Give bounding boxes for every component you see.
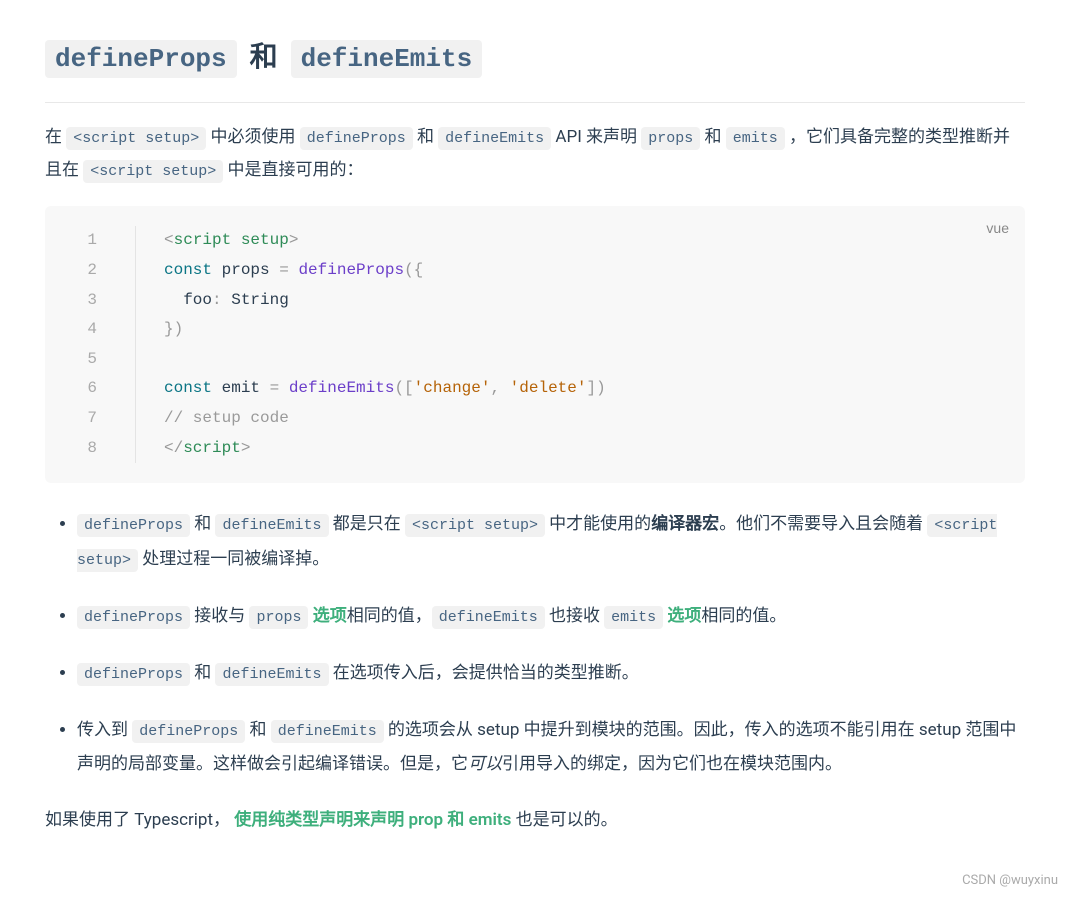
body-text: 传入到 [77, 720, 132, 740]
intro-text: API 来声明 [555, 127, 641, 147]
body-text: 和 [190, 663, 215, 683]
line-content: }) [136, 315, 1001, 345]
inline-code: defineProps [77, 514, 190, 537]
line-content: // setup code [136, 404, 1001, 434]
body-text: 和 [190, 514, 215, 534]
list-item: defineProps 接收与 props 选项相同的值，defineEmits… [77, 599, 1025, 634]
line-number: 3 [45, 286, 136, 316]
intro-text: 和 [705, 127, 726, 147]
inline-code: defineProps [132, 720, 245, 743]
intro-text: 在 [45, 127, 66, 147]
line-number: 8 [45, 434, 136, 464]
line-number: 4 [45, 315, 136, 345]
section-heading: defineProps 和 defineEmits [45, 30, 1025, 103]
body-text: 中才能使用的 [545, 514, 651, 534]
body-text: 和 [245, 720, 270, 740]
option-link[interactable]: 选项 [667, 606, 701, 626]
inline-code: props [249, 606, 308, 629]
code-line: 3 foo: String [45, 286, 1001, 316]
tail-paragraph: 如果使用了 Typescript， 使用纯类型声明来声明 prop 和 emit… [45, 804, 1025, 836]
inline-code: defineEmits [215, 514, 328, 537]
line-content: const props = defineProps({ [136, 256, 1001, 286]
body-text: 。他们不需要导入且会随着 [719, 514, 927, 534]
intro-text: 和 [417, 127, 438, 147]
bold-text: 编译器宏 [651, 514, 719, 534]
body-text: 相同的值。 [701, 606, 786, 626]
inline-code: defineEmits [271, 720, 384, 743]
intro-text: 中必须使用 [210, 127, 299, 147]
inline-code: <script setup> [405, 514, 545, 537]
body-text: 也接收 [545, 606, 604, 626]
line-content: foo: String [136, 286, 1001, 316]
inline-code: defineEmits [215, 663, 328, 686]
line-number: 6 [45, 374, 136, 404]
line-number: 2 [45, 256, 136, 286]
heading-code-2: defineEmits [291, 40, 483, 78]
tail-text: 也是可以的。 [516, 810, 618, 830]
body-text: 相同的值， [347, 606, 432, 626]
inline-code: emits [726, 127, 785, 150]
code-lines: 1<script setup>2const props = defineProp… [45, 226, 1001, 463]
code-line: 8</script> [45, 434, 1001, 464]
inline-code: defineEmits [438, 127, 551, 150]
line-content: <script setup> [136, 226, 1001, 256]
code-line: 7// setup code [45, 404, 1001, 434]
document-page: defineProps 和 defineEmits 在 <script setu… [0, 0, 1070, 865]
list-item: defineProps 和 defineEmits 在选项传入后，会提供恰当的类… [77, 656, 1025, 691]
code-line: 5 [45, 345, 1001, 375]
body-text: 处理过程一同被编译掉。 [138, 549, 329, 569]
typescript-link[interactable]: 使用纯类型声明来声明 prop 和 emits [234, 810, 511, 830]
bullet-list: defineProps 和 defineEmits 都是只在 <script s… [45, 507, 1025, 782]
inline-code: props [641, 127, 700, 150]
line-content: </script> [136, 434, 1001, 464]
code-line: 2const props = defineProps({ [45, 256, 1001, 286]
code-lang-label: vue [986, 216, 1009, 242]
heading-code-1: defineProps [45, 40, 237, 78]
inline-code: <script setup> [66, 127, 206, 150]
body-text: 引用导入的绑定，因为它们也在模块范围内。 [502, 754, 842, 774]
inline-code: defineEmits [432, 606, 545, 629]
code-line: 4}) [45, 315, 1001, 345]
footer-credit: CSDN @wuyxinu [0, 865, 1070, 902]
intro-text: 中是直接可用的： [227, 160, 363, 180]
heading-conjunction: 和 [244, 40, 284, 73]
line-number: 1 [45, 226, 136, 256]
option-link[interactable]: 选项 [313, 606, 347, 626]
tail-text: 如果使用了 Typescript， [45, 810, 230, 830]
line-content: const emit = defineEmits(['change', 'del… [136, 374, 1001, 404]
line-number: 5 [45, 345, 136, 375]
inline-code: defineProps [77, 663, 190, 686]
body-text: 在选项传入后，会提供恰当的类型推断。 [329, 663, 639, 683]
body-text: 都是只在 [329, 514, 405, 534]
inline-code: defineProps [300, 127, 413, 150]
line-number: 7 [45, 404, 136, 434]
code-line: 6const emit = defineEmits(['change', 'de… [45, 374, 1001, 404]
list-item: defineProps 和 defineEmits 都是只在 <script s… [77, 507, 1025, 577]
list-item: 传入到 defineProps 和 defineEmits 的选项会从 setu… [77, 713, 1025, 783]
inline-code: defineProps [77, 606, 190, 629]
body-text: 接收与 [190, 606, 249, 626]
code-line: 1<script setup> [45, 226, 1001, 256]
inline-code: <script setup> [83, 160, 223, 183]
code-block: vue 1<script setup>2const props = define… [45, 206, 1025, 483]
emphasis-text: 可以 [468, 754, 502, 774]
inline-code: emits [604, 606, 663, 629]
intro-paragraph: 在 <script setup> 中必须使用 defineProps 和 def… [45, 121, 1025, 186]
